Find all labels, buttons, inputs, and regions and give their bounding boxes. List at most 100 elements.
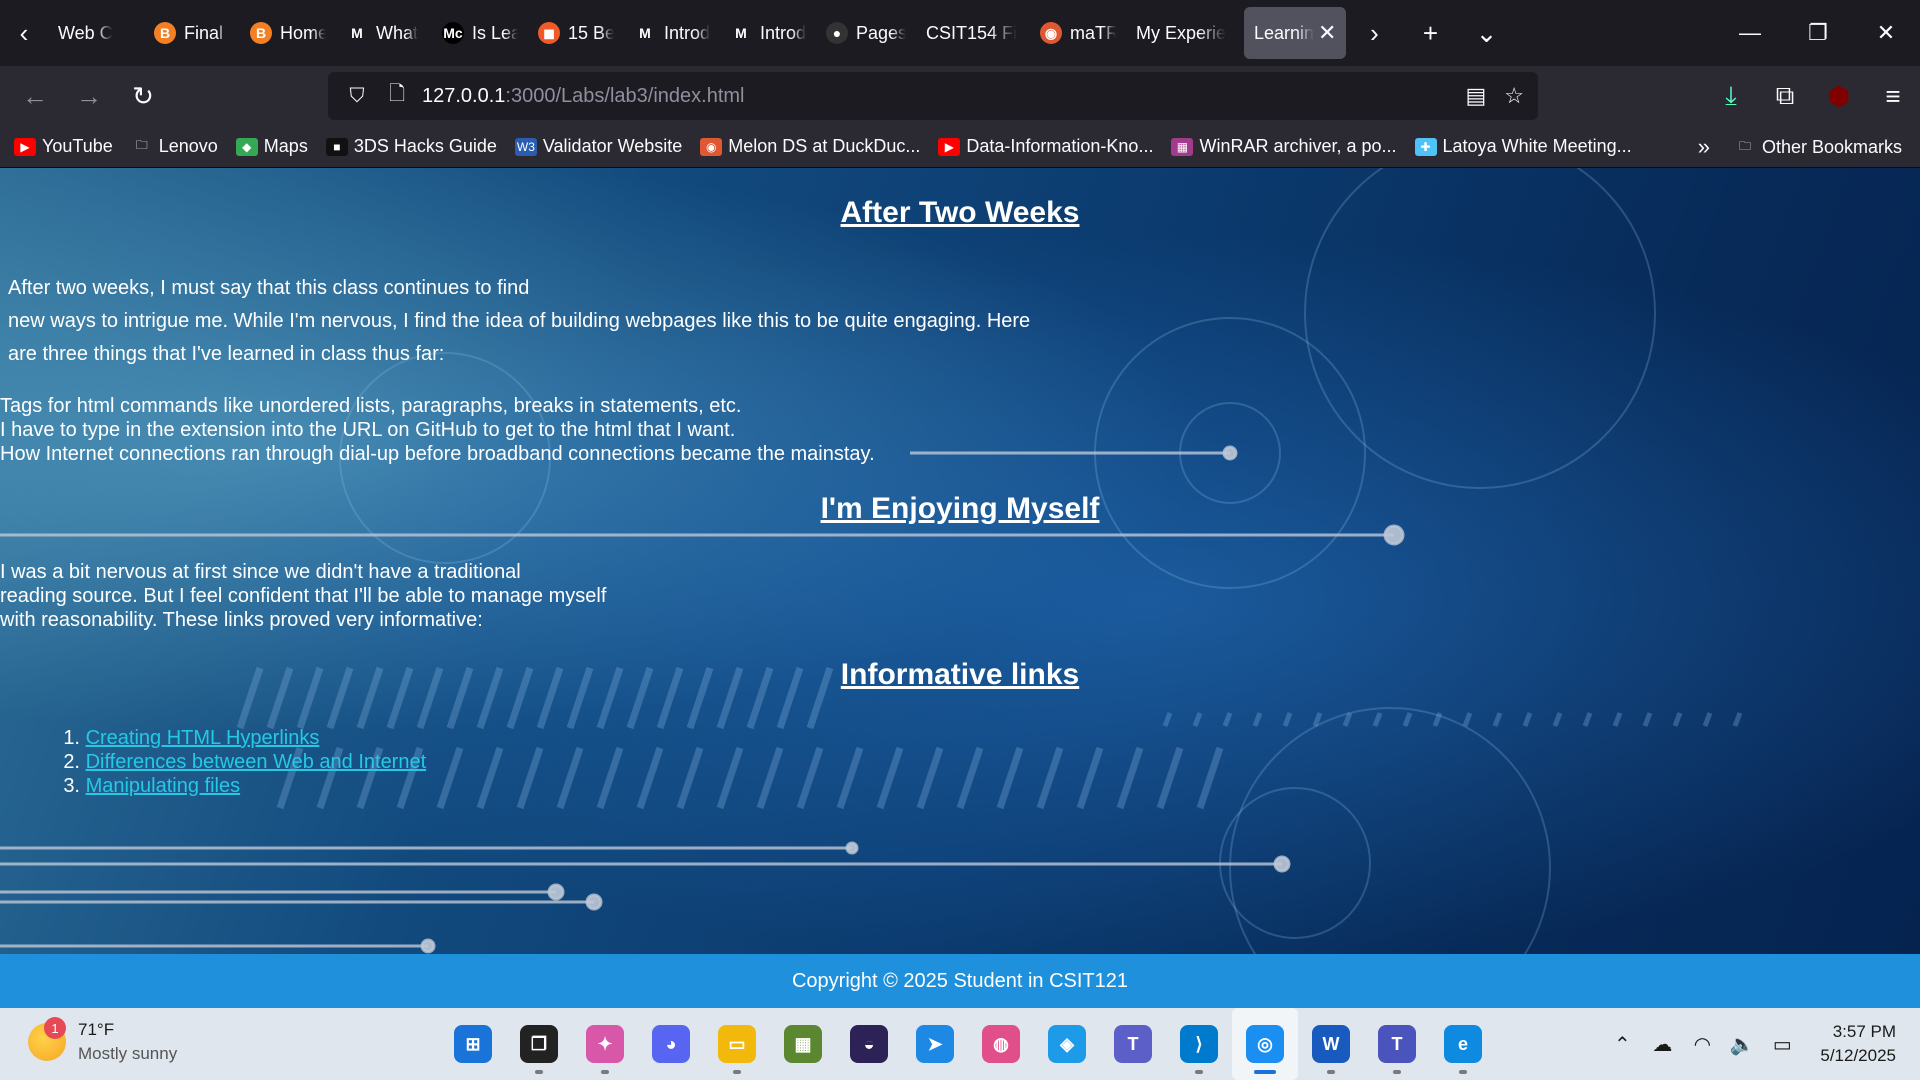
taskbar-app-teams-classic[interactable]: T [1364,1008,1430,1080]
start-icon: ⊞ [454,1025,492,1063]
enjoy-line: reading source. But I feel confident tha… [0,585,607,607]
wifi-icon[interactable]: ◠ [1682,1032,1722,1057]
taskbar-app-vscode[interactable]: ⟩ [1166,1008,1232,1080]
taskbar-app-paint[interactable]: ◍ [968,1008,1034,1080]
page-info-icon[interactable]: 🗋 [382,79,412,113]
tracking-protection-icon[interactable]: ⛉ [342,85,372,108]
ublock-icon[interactable]: ⬢ [1812,66,1866,126]
bookmark-item[interactable]: W3 Validator Website [514,136,682,157]
learned-item: How Internet connections ran through dia… [0,443,875,465]
battery-icon[interactable]: ▭ [1762,1032,1802,1057]
tab-strip: ‹ Web C B Final P B Home M What Mc Is Lear ◼ 15 Be… [0,0,1920,66]
bookmark-item[interactable]: ◉ Melon DS at DuckDuc... [700,136,920,157]
taskbar-app-start[interactable]: ⊞ [440,1008,506,1080]
taskbar-app-task-view[interactable]: ❐ [506,1008,572,1080]
volume-icon[interactable]: 🔈 [1722,1032,1762,1057]
bookmark-item[interactable]: ▶ YouTube [14,136,113,157]
link-web-vs-internet[interactable]: Differences between Web and Internet [86,751,427,773]
taskbar-app-discord[interactable]: ◕ [638,1008,704,1080]
taskbar-app-navigator[interactable]: ◈ [1034,1008,1100,1080]
tab-item[interactable]: My Experie [1126,7,1240,59]
navigator-icon: ◈ [1048,1025,1086,1063]
tab-favicon-icon: M [730,22,752,44]
forward-icon[interactable]: → [62,66,116,126]
clock-date: 5/12/2025 [1820,1046,1896,1065]
weather-widget[interactable]: 1 71°F Mostly sunny [28,1017,178,1066]
taskbar-app-minecraft[interactable]: ▦ [770,1008,836,1080]
bookmark-icon: ✚ [1414,137,1437,156]
bookmark-icon: ◆ [235,137,258,156]
chevron-up-icon[interactable]: ⌃ [1602,1032,1642,1057]
downloads-icon[interactable]: ⤓ [1704,66,1758,126]
tab-item[interactable]: B Home [240,7,336,59]
extensions-icon[interactable]: ⧉ [1758,66,1812,126]
tab-item[interactable]: Mc Is Lear [432,7,528,59]
onedrive-icon[interactable]: ☁ [1642,1032,1682,1057]
url-bar[interactable]: ⛉ 🗋 127.0.0.1:3000/Labs/lab3/index.html … [328,72,1538,120]
learned-item: I have to type in the extension into the… [0,419,736,441]
bookmark-star-icon[interactable]: ☆ [1504,83,1524,109]
intro-line: new ways to intrigue me. While I'm nervo… [8,310,1031,332]
informative-links-list: 1. Creating HTML Hyperlinks 2. Differenc… [60,726,426,798]
tab-label: Final P [184,22,230,43]
learned-list: Tags for html commands like unordered li… [0,394,875,466]
paper-plane-icon: ➤ [916,1025,954,1063]
tab-item[interactable]: B Final P [144,7,240,59]
clock[interactable]: 3:57 PM 5/12/2025 [1820,1020,1896,1068]
taskbar-app-firefox-dev[interactable]: ◎ [1232,1008,1298,1080]
tab-item[interactable]: ◼ 15 Bes [528,7,624,59]
taskbar-app-paper-plane[interactable]: ➤ [902,1008,968,1080]
tab-label: Learnin [1254,22,1315,43]
tab-item[interactable]: M Introd [720,7,816,59]
running-indicator [1327,1070,1335,1074]
tab-item[interactable]: ● Pages [816,7,916,59]
bookmark-item[interactable]: 🗀 Lenovo [131,136,218,157]
new-tab-icon[interactable]: + [1402,0,1458,66]
tab-label: My Experie [1136,22,1227,43]
restore-icon[interactable]: ❐ [1784,0,1852,66]
enjoy-line: I was a bit nervous at first since we di… [0,561,521,583]
close-window-icon[interactable]: ✕ [1852,0,1920,66]
url-host: 127.0.0.1 [422,84,506,107]
tab-scroll-left-icon[interactable]: ‹ [0,0,48,66]
menu-icon[interactable]: ≡ [1866,66,1920,126]
minimize-icon[interactable]: — [1716,0,1784,66]
taskbar-app-teams[interactable]: T [1100,1008,1166,1080]
bookmark-item[interactable]: ✚ Latoya White Meeting... [1414,136,1632,157]
taskbar-app-word[interactable]: W [1298,1008,1364,1080]
taskbar-app-edge[interactable]: e [1430,1008,1496,1080]
list-all-tabs-icon[interactable]: ⌄ [1458,0,1514,66]
taskbar-app-file-explorer[interactable]: ▭ [704,1008,770,1080]
reader-view-icon[interactable]: ▤ [1465,83,1486,109]
bookmark-label: Maps [263,136,308,156]
bookmark-label: WinRAR archiver, a po... [1199,136,1397,156]
tab-label: 15 Bes [568,22,614,43]
url-text[interactable]: 127.0.0.1:3000/Labs/lab3/index.html [422,85,744,108]
bookmark-icon: ▶ [14,137,36,156]
chevron-double-right-icon[interactable]: » [1698,134,1710,160]
link-manipulating-files[interactable]: Manipulating files [86,775,241,797]
weather-description: Mostly sunny [78,1044,178,1063]
other-bookmarks-folder[interactable]: 🗀 Other Bookmarks [1734,137,1902,158]
close-tab-icon[interactable]: ✕ [1318,20,1336,46]
bookmark-item[interactable]: ▦ WinRAR archiver, a po... [1171,136,1397,157]
tab-item[interactable]: M Introd [624,7,720,59]
running-indicator [535,1070,543,1074]
bookmark-item[interactable]: ■ 3DS Hacks Guide [325,136,497,157]
bookmark-item[interactable]: ▶ Data-Information-Kno... [938,136,1153,157]
page-content: After Two Weeks After two weeks, I must … [0,168,1920,954]
bookmark-item[interactable]: ◆ Maps [235,136,308,157]
reload-icon[interactable]: ↻ [116,66,170,126]
back-icon[interactable]: ← [8,66,62,126]
tab-scroll-right-icon[interactable]: › [1346,0,1402,66]
tab-item[interactable]: ◉ maTRI [1030,7,1126,59]
running-indicator [733,1070,741,1074]
tab-active[interactable]: Learnin ✕ [1244,7,1347,59]
tab-item[interactable]: M What [336,7,432,59]
taskbar-app-eclipse[interactable]: ◒ [836,1008,902,1080]
link-creating-html-hyperlinks[interactable]: Creating HTML Hyperlinks [86,727,320,749]
teams-icon: T [1114,1025,1152,1063]
tab-item[interactable]: CSIT154 Fi [916,7,1030,59]
tab-item[interactable]: Web C [48,7,144,59]
taskbar-app-copilot[interactable]: ✦ [572,1008,638,1080]
